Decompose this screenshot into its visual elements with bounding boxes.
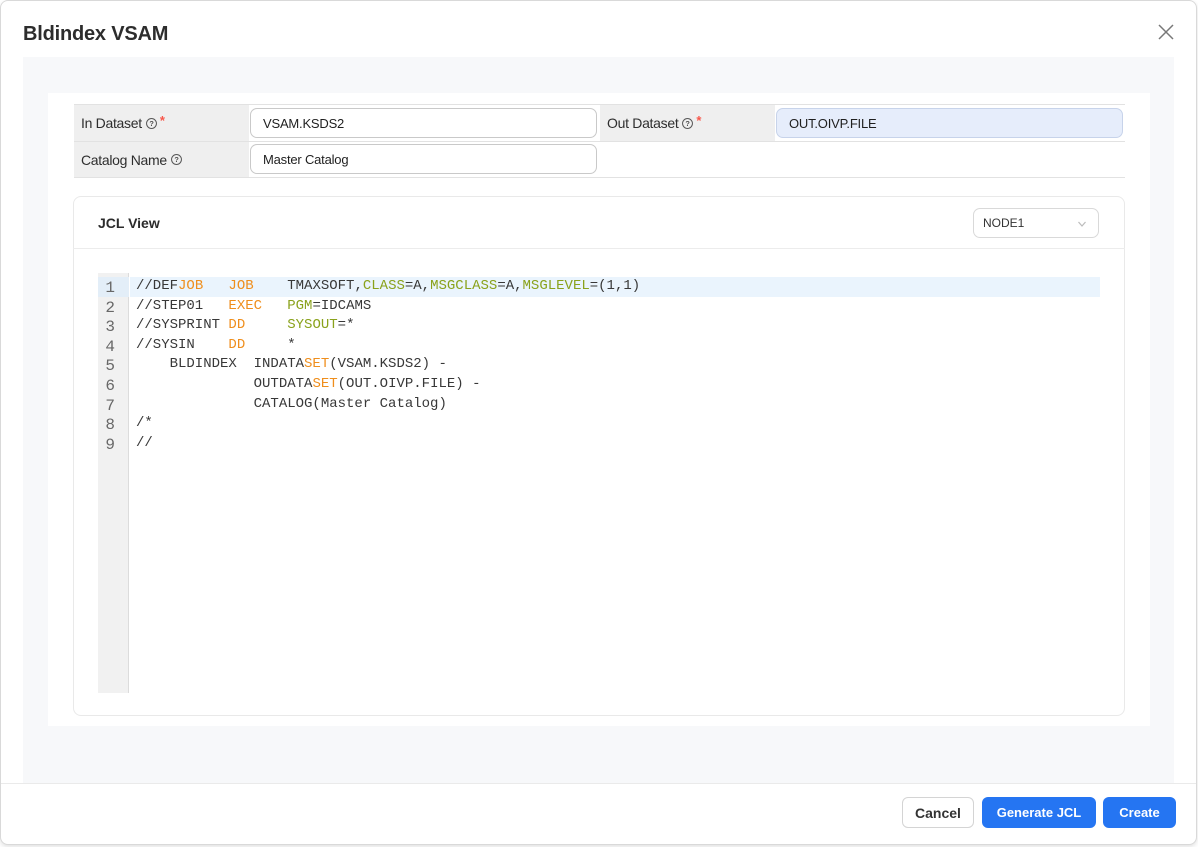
svg-text:?: ?	[686, 119, 691, 128]
svg-text:?: ?	[174, 155, 179, 164]
svg-text:?: ?	[149, 119, 154, 128]
